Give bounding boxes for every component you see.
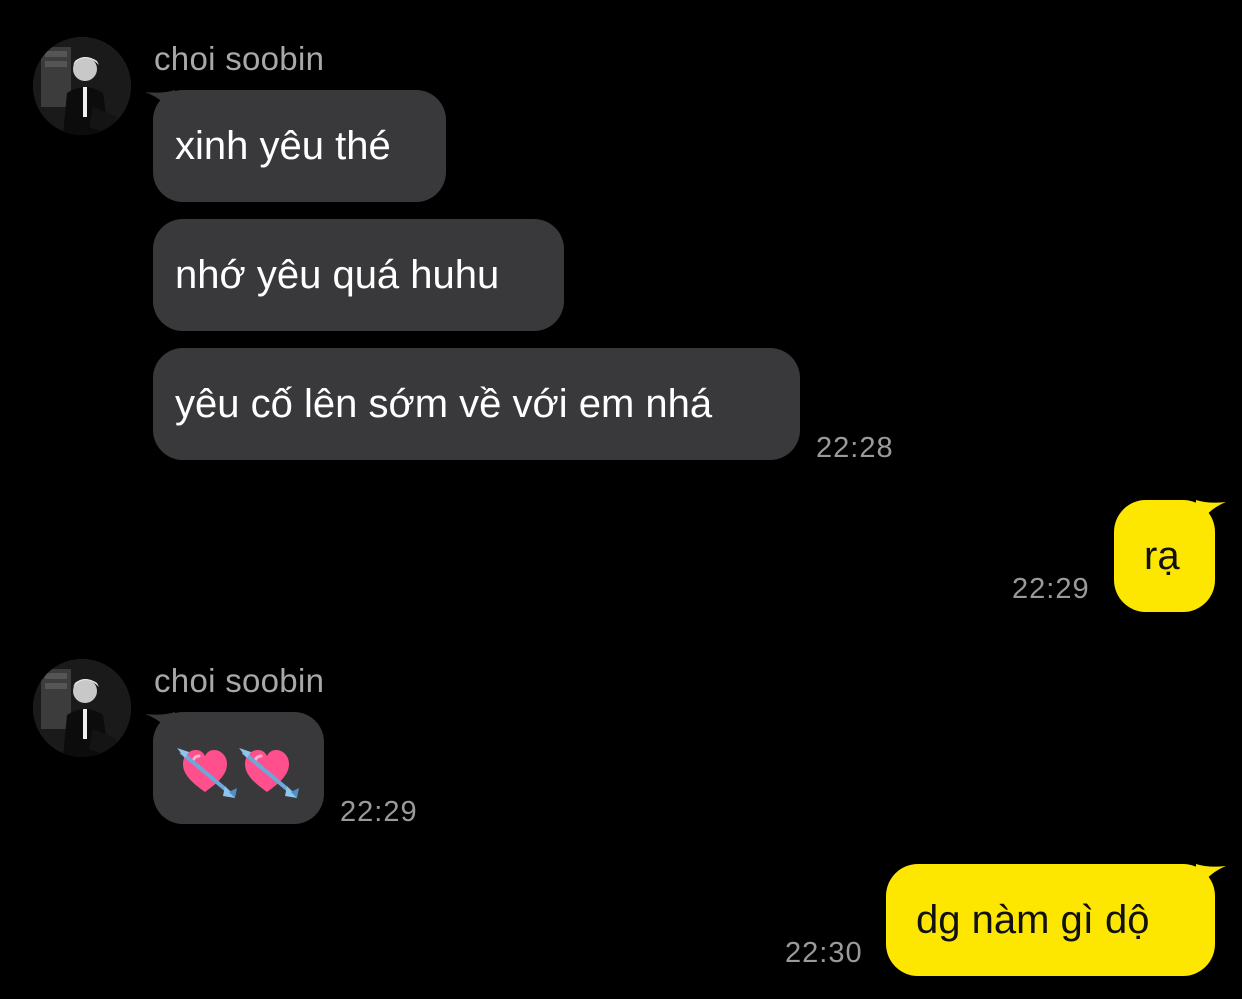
sender-name: choi soobin: [154, 40, 325, 77]
message-timestamp: 22:30: [785, 937, 863, 969]
sender-name: choi soobin: [154, 662, 325, 699]
message-bubble-incoming[interactable]: yêu cố lên sớm về với em nhá: [153, 348, 800, 460]
heart-with-arrow-icon: [175, 746, 301, 800]
sender-avatar[interactable]: [33, 659, 131, 757]
message-bubble-incoming[interactable]: [153, 712, 324, 824]
message-bubble-incoming[interactable]: nhớ yêu quá huhu: [153, 219, 564, 331]
message-timestamp: 22:28: [816, 432, 894, 464]
message-timestamp: 22:29: [340, 796, 418, 828]
message-bubble-incoming[interactable]: xinh yêu thé: [153, 90, 446, 202]
message-bubble-outgoing[interactable]: dg nàm gì dộ: [886, 864, 1215, 976]
bubble-tail: [1196, 500, 1226, 530]
sender-avatar[interactable]: [33, 37, 131, 135]
message-timestamp: 22:29: [1012, 573, 1090, 605]
bubble-tail: [1196, 864, 1226, 894]
